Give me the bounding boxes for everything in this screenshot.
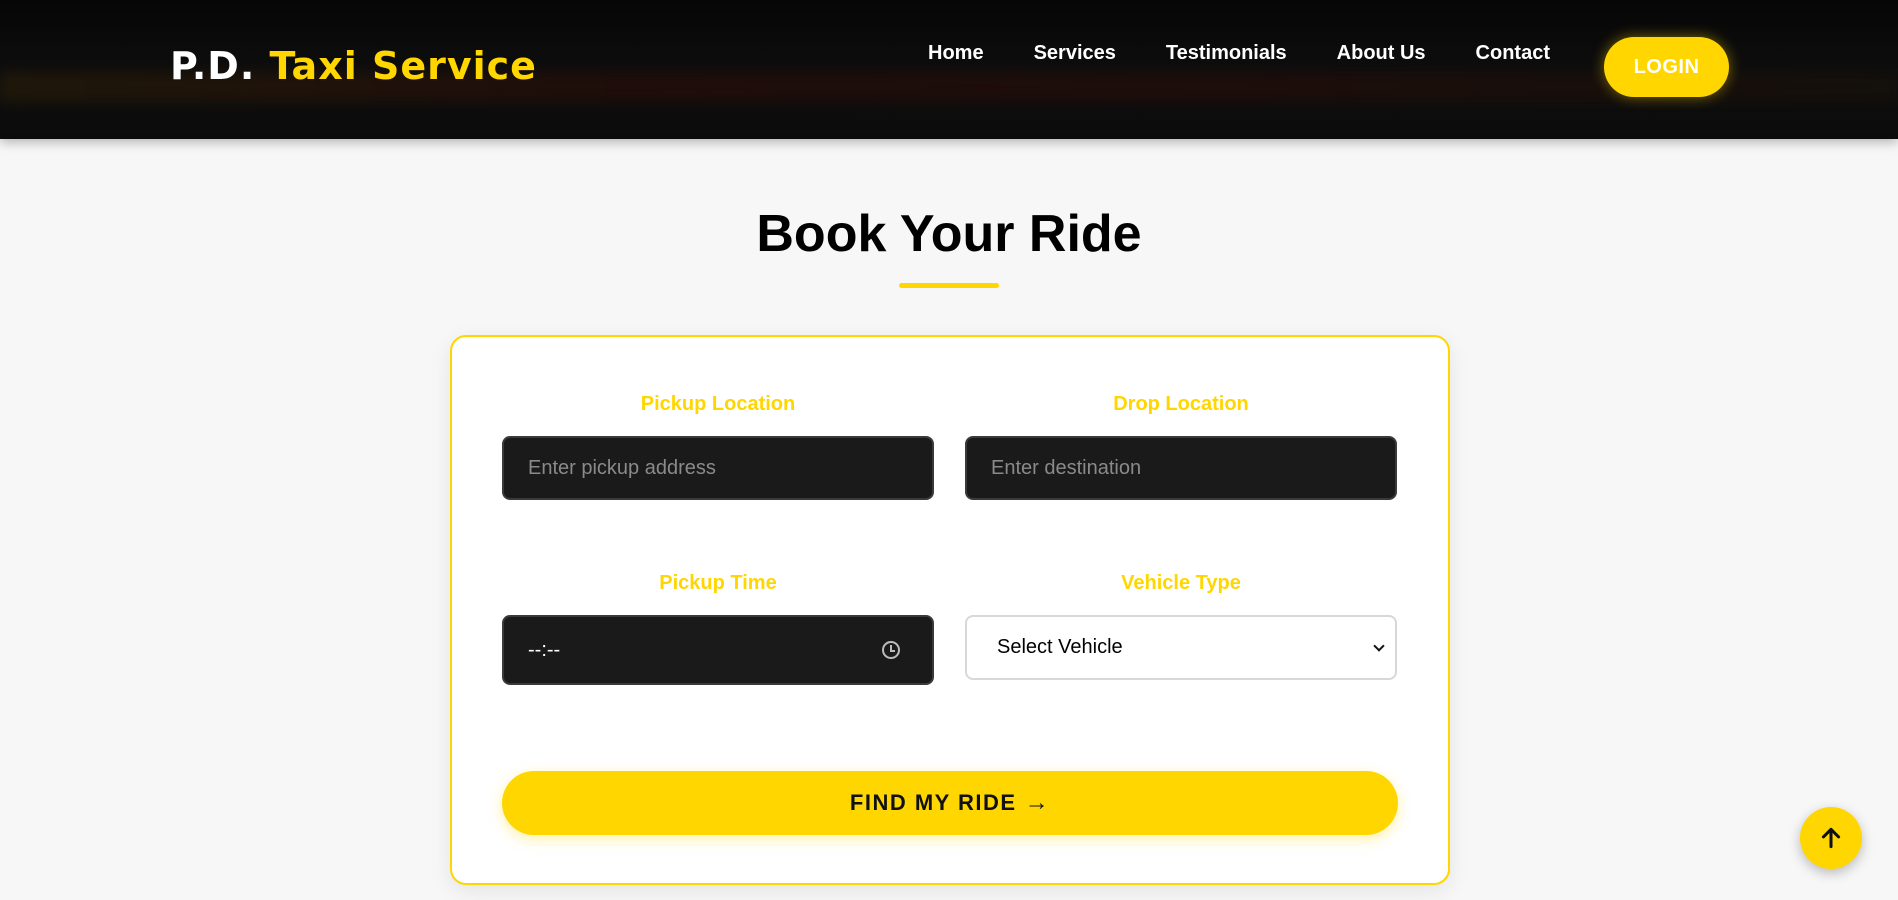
nav-contact[interactable]: Contact — [1476, 42, 1550, 65]
site-logo[interactable]: P.D. Taxi Service — [170, 44, 537, 88]
pickup-location-input[interactable] — [502, 436, 934, 500]
vehicle-type-label: Vehicle Type — [1121, 572, 1241, 594]
drop-location-input[interactable] — [965, 436, 1397, 500]
nav-home[interactable]: Home — [928, 42, 984, 65]
pickup-time-input[interactable]: --:-- — [502, 615, 934, 685]
logo-accent: Taxi Service — [269, 44, 537, 88]
booking-form-card: Pickup Location Drop Location Pickup Tim… — [450, 335, 1450, 885]
main-nav: Home Services Testimonials About Us Cont… — [928, 42, 1600, 65]
login-button[interactable]: LOGIN — [1604, 37, 1729, 97]
page-title: Book Your Ride — [756, 205, 1142, 263]
vehicle-type-value: Select Vehicle — [997, 636, 1123, 658]
arrow-up-icon — [1821, 827, 1841, 849]
title-underline — [899, 283, 999, 288]
site-header: P.D. Taxi Service Home Services Testimon… — [0, 0, 1898, 139]
scroll-to-top-button[interactable] — [1800, 807, 1862, 869]
vehicle-type-select[interactable]: Select Vehicle — [965, 615, 1397, 680]
nav-about-us[interactable]: About Us — [1337, 42, 1426, 65]
pickup-time-label: Pickup Time — [659, 572, 777, 594]
chevron-down-icon — [1373, 639, 1385, 652]
drop-location-label: Drop Location — [1113, 393, 1249, 415]
logo-primary: P.D. — [170, 44, 256, 88]
arrow-right-icon: → — [1024, 789, 1051, 816]
clock-icon[interactable] — [882, 641, 900, 659]
pickup-time-value: --:-- — [528, 638, 561, 661]
nav-testimonials[interactable]: Testimonials — [1166, 42, 1287, 65]
pickup-location-label: Pickup Location — [640, 393, 796, 415]
find-my-ride-label: FIND MY RIDE — [849, 790, 1017, 815]
nav-services[interactable]: Services — [1034, 42, 1116, 65]
find-my-ride-button[interactable]: FIND MY RIDE → — [502, 771, 1398, 835]
